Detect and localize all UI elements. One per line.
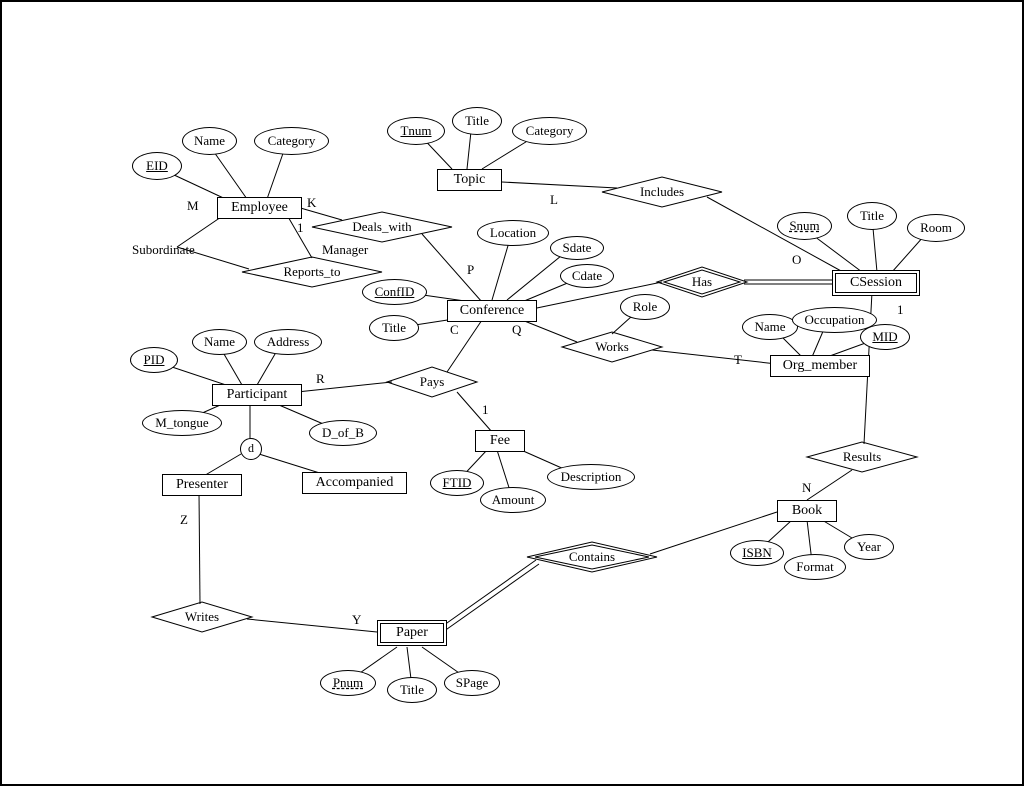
entity-employee: Employee: [217, 197, 302, 219]
attr-fee-description: Description: [547, 464, 635, 490]
card-1c: 1: [897, 302, 904, 318]
card-K: K: [307, 195, 316, 211]
attr-topic-tnum: Tnum: [387, 117, 445, 145]
entity-org-member: Org_member: [770, 355, 870, 377]
entity-paper: Paper: [377, 620, 447, 646]
attr-part-pid: PID: [130, 347, 178, 373]
card-1a: 1: [297, 220, 304, 236]
specialization-d: d: [240, 438, 262, 460]
attr-part-dob: D_of_B: [309, 420, 377, 446]
attr-topic-title: Title: [452, 107, 502, 135]
attr-book-isbn: ISBN: [730, 540, 784, 566]
card-M: M: [187, 198, 199, 214]
entity-book: Book: [777, 500, 837, 522]
attr-part-name: Name: [192, 329, 247, 355]
card-L: L: [550, 192, 558, 208]
attr-works-role: Role: [620, 294, 670, 320]
attr-book-year: Year: [844, 534, 894, 560]
attr-topic-category: Category: [512, 117, 587, 145]
card-N: N: [802, 480, 811, 496]
attr-employee-name: Name: [182, 127, 237, 155]
attr-org-name: Name: [742, 314, 798, 340]
card-C: C: [450, 322, 459, 338]
entity-topic: Topic: [437, 169, 502, 191]
attr-csession-room: Room: [907, 214, 965, 242]
attr-book-format: Format: [784, 554, 846, 580]
card-P: P: [467, 262, 474, 278]
attr-csession-title: Title: [847, 202, 897, 230]
attr-conf-confid: ConfID: [362, 279, 427, 305]
attr-conf-sdate: Sdate: [550, 236, 604, 260]
attr-paper-spage: SPage: [444, 670, 500, 696]
attr-employee-category: Category: [254, 127, 329, 155]
card-1b: 1: [482, 402, 489, 418]
attr-part-address: Address: [254, 329, 322, 355]
card-R: R: [316, 371, 325, 387]
attr-csession-snum: Snum: [777, 212, 832, 240]
role-subordinate: Subordinate: [132, 242, 195, 258]
card-Q: Q: [512, 322, 521, 338]
entity-accompanied: Accompanied: [302, 472, 407, 494]
attr-fee-amount: Amount: [480, 487, 546, 513]
attr-fee-ftid: FTID: [430, 470, 484, 496]
entity-presenter: Presenter: [162, 474, 242, 496]
card-O: O: [792, 252, 801, 268]
attr-org-mid: MID: [860, 324, 910, 350]
attr-paper-title: Title: [387, 677, 437, 703]
card-Y: Y: [352, 612, 361, 628]
card-T: T: [734, 352, 742, 368]
connector-lines: [2, 2, 1022, 784]
card-Z: Z: [180, 512, 188, 528]
entity-conference: Conference: [447, 300, 537, 322]
entity-fee: Fee: [475, 430, 525, 452]
attr-paper-pnum: Pnum: [320, 670, 376, 696]
attr-part-mtongue: M_tongue: [142, 410, 222, 436]
er-diagram-canvas: Employee Topic Conference CSession Org_m…: [0, 0, 1024, 786]
entity-participant: Participant: [212, 384, 302, 406]
attr-conf-location: Location: [477, 220, 549, 246]
attr-conf-cdate: Cdate: [560, 264, 614, 288]
role-manager: Manager: [322, 242, 368, 258]
attr-employee-eid: EID: [132, 152, 182, 180]
attr-conf-title: Title: [369, 315, 419, 341]
entity-csession: CSession: [832, 270, 920, 296]
